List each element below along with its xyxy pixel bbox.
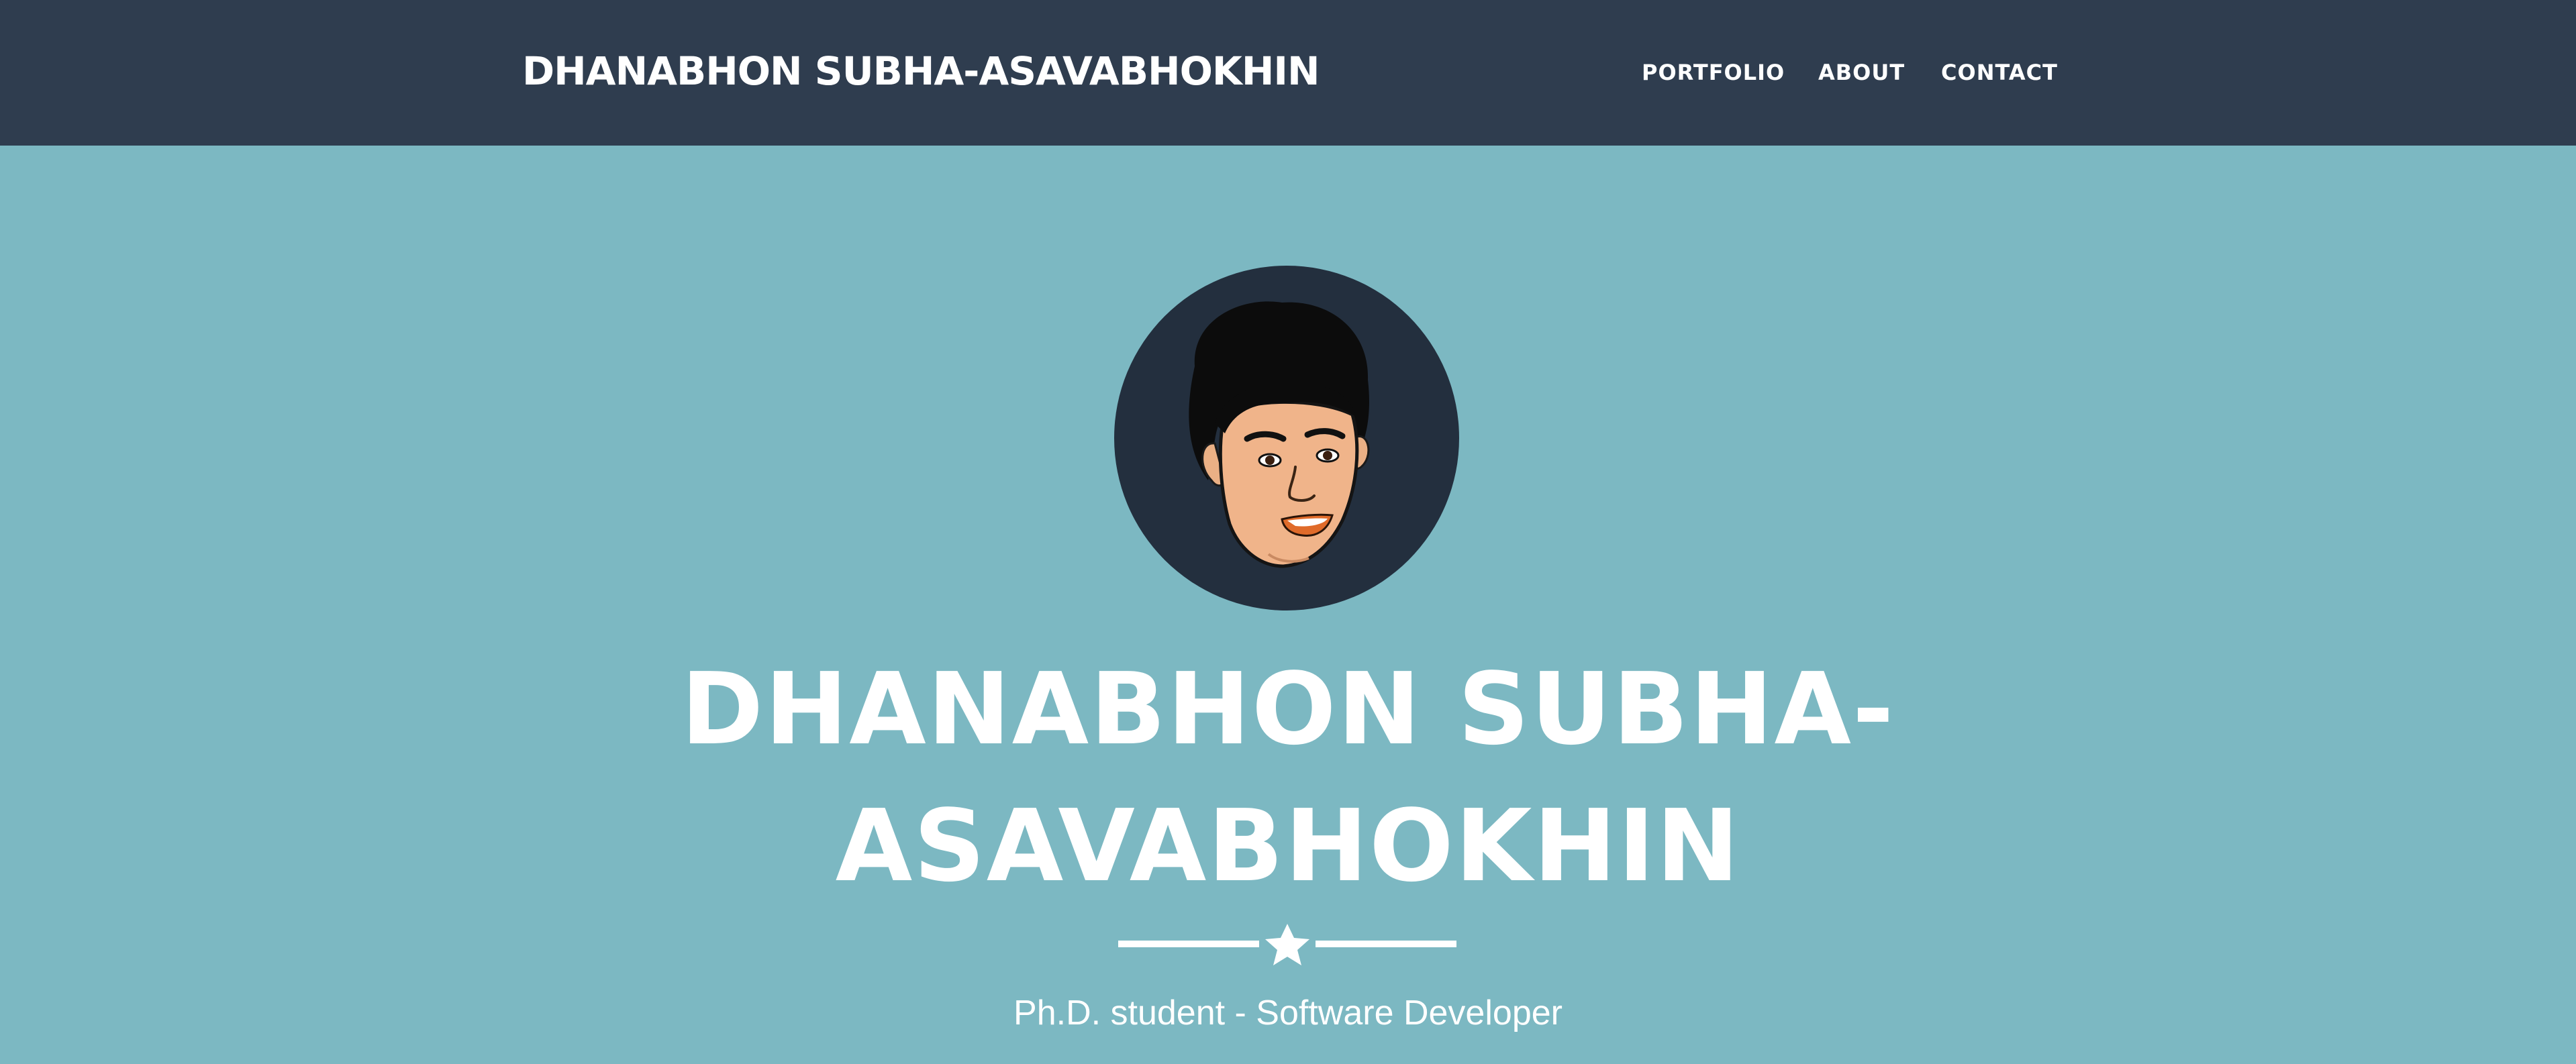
nav-link-portfolio[interactable]: PORTFOLIO: [1642, 59, 1785, 86]
hero-title: DHANABHON SUBHA- ASAVABHOKHIN: [617, 641, 1959, 914]
nav-link-about[interactable]: ABOUT: [1818, 59, 1905, 86]
hero-title-line-1: DHANABHON SUBHA-: [681, 651, 1895, 767]
avatar: [1114, 266, 1459, 610]
divider-line-left: [1118, 941, 1259, 947]
brand-link[interactable]: DHANABHON SUBHA-ASAVABHOKHIN: [522, 44, 1320, 98]
hero-subtitle: Ph.D. student - Software Developer: [1013, 994, 1563, 1032]
nav-link-contact[interactable]: CONTACT: [1941, 59, 2058, 86]
top-navbar: DHANABHON SUBHA-ASAVABHOKHIN PORTFOLIO A…: [0, 0, 2576, 146]
divider-line-right: [1316, 941, 1456, 947]
hero-title-line-2: ASAVABHOKHIN: [835, 788, 1741, 904]
star-divider: [1118, 924, 1456, 965]
star-icon: [1265, 924, 1309, 965]
